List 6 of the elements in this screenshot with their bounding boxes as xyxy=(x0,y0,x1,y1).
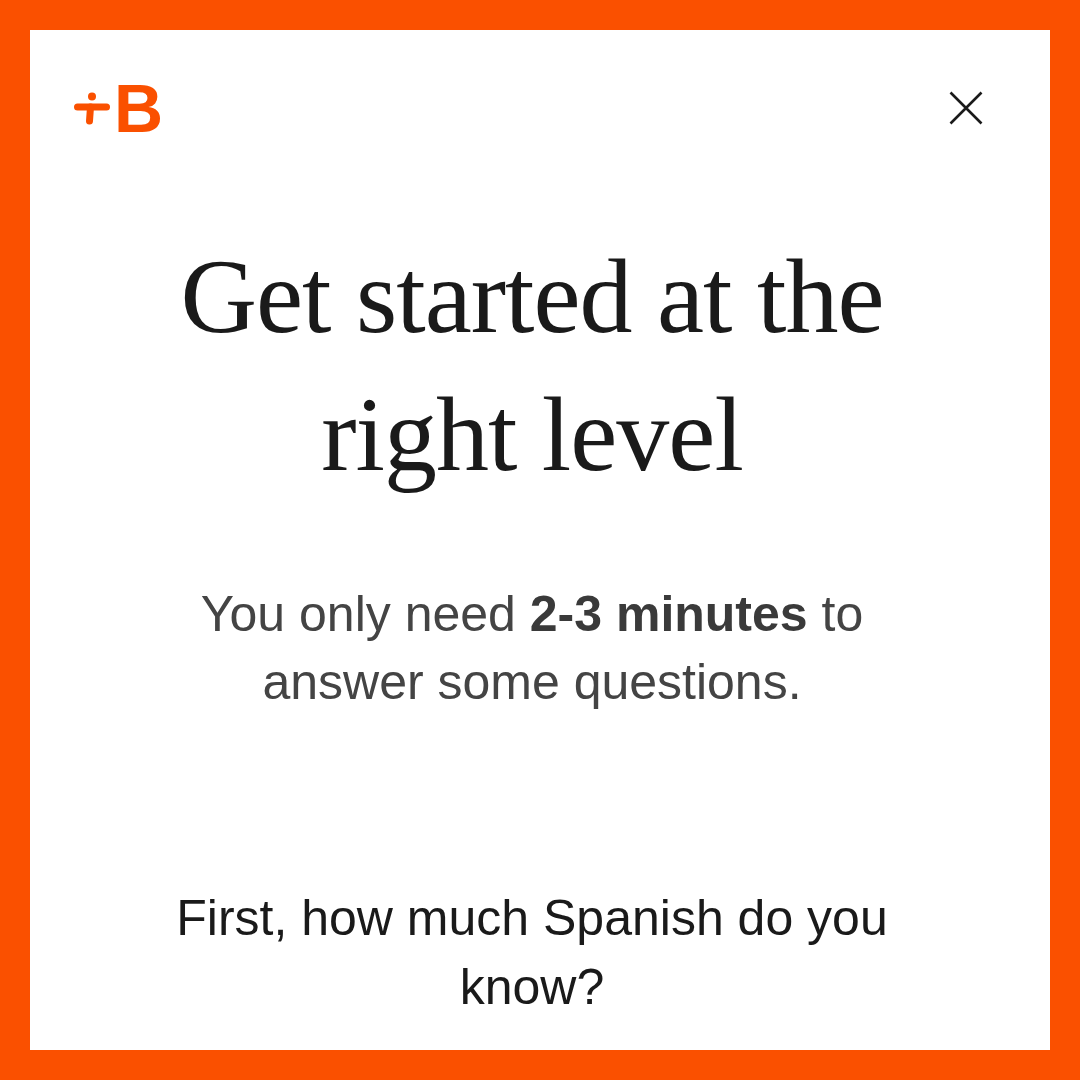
question-text: First, how much Spanish do you know? xyxy=(175,889,889,1017)
subtitle-text: You only need 2-3 minutes to answer some questions. xyxy=(199,585,865,712)
brand-logo: B xyxy=(114,80,164,136)
page-title: Get started at the right level xyxy=(179,237,885,495)
close-icon xyxy=(949,91,983,125)
divide-sign-icon xyxy=(74,90,110,126)
